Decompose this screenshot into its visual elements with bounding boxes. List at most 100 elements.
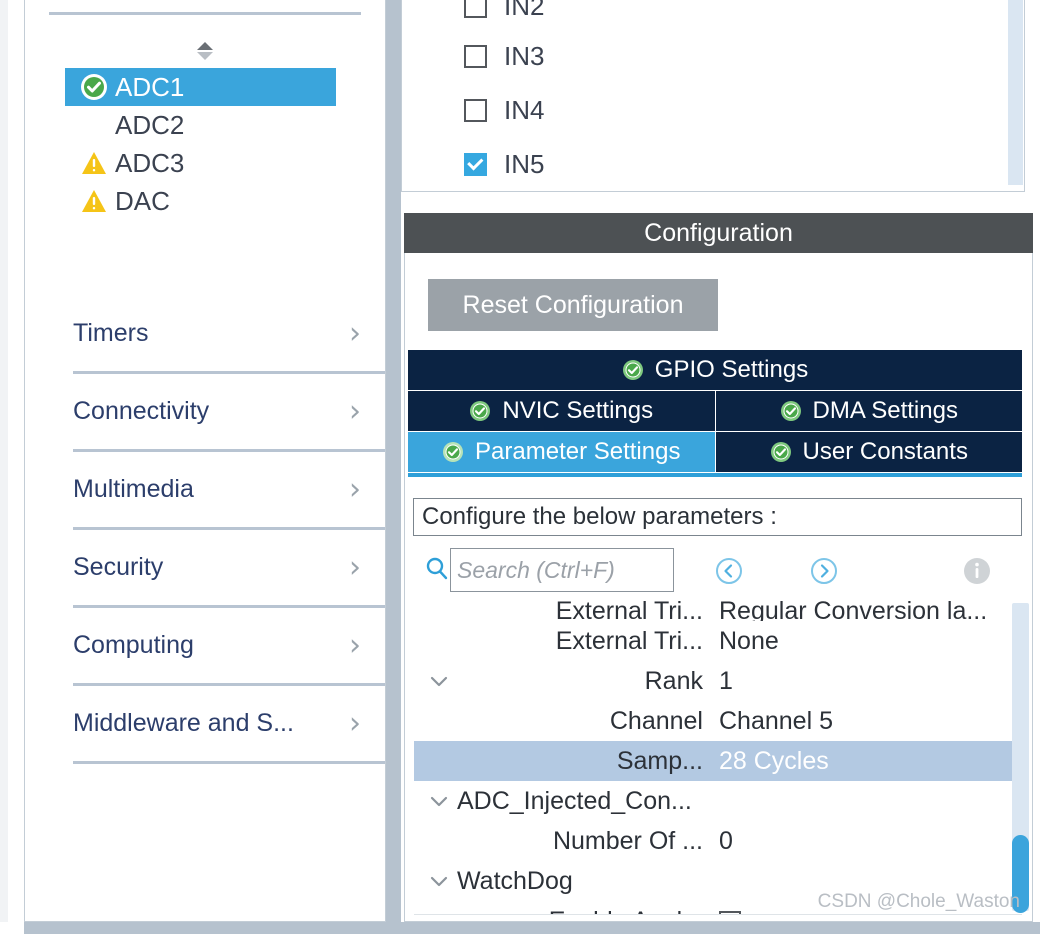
window-bottom-bar xyxy=(24,922,1040,934)
table-row[interactable]: External Tri... None xyxy=(414,621,1022,661)
chevron-right-icon: › xyxy=(349,549,361,585)
status-ok-icon xyxy=(81,74,115,100)
check-circle-icon xyxy=(770,442,791,462)
sidebar-item-connectivity[interactable]: Connectivity › xyxy=(73,374,385,452)
peripheral-tree: ADC1 ADC2 ADC3 DAC xyxy=(65,68,365,220)
configuration-header: Configuration xyxy=(404,213,1033,253)
checkbox-label: IN3 xyxy=(504,41,545,71)
parameter-group-label: ADC_Injected_Con... xyxy=(457,786,692,815)
tree-item-adc3[interactable]: ADC3 xyxy=(73,144,365,182)
table-row[interactable]: Rank 1 xyxy=(414,661,1022,701)
tree-scroll-handle[interactable] xyxy=(192,38,218,64)
configuration-section: Configuration Reset Configuration GPIO S… xyxy=(401,206,1033,922)
parameter-value: Regular Conversion la... xyxy=(719,600,988,622)
sidebar-item-multimedia[interactable]: Multimedia › xyxy=(73,452,385,530)
checkbox-row-in5[interactable]: IN5 xyxy=(464,149,544,180)
parameter-label: Enable Anal... xyxy=(414,907,707,915)
parameter-value: 28 Cycles xyxy=(719,746,829,775)
status-warning-icon xyxy=(81,151,115,175)
table-row-selected[interactable]: Samp... 28 Cycles xyxy=(414,741,1022,781)
tree-item-adc2[interactable]: ADC2 xyxy=(73,106,365,144)
table-row[interactable]: Number Of ... 0 xyxy=(414,821,1022,861)
checkbox-label: IN2 xyxy=(504,0,545,21)
tree-item-label: ADC2 xyxy=(115,109,185,140)
reset-configuration-button[interactable]: Reset Configuration xyxy=(428,279,718,331)
watermark-text: CSDN @Chole_Waston xyxy=(817,891,1020,912)
status-warning-icon xyxy=(81,189,115,213)
parameter-group-label: WatchDog xyxy=(457,866,573,895)
category-label: Multimedia xyxy=(73,475,194,503)
parameter-label: Number Of ... xyxy=(552,826,703,855)
sidebar-item-security[interactable]: Security › xyxy=(73,530,385,608)
check-circle-icon xyxy=(780,401,801,421)
search-previous-button[interactable] xyxy=(714,556,744,586)
tab-label: User Constants xyxy=(802,438,968,465)
left-edge-strip xyxy=(0,0,8,922)
checkbox-in2[interactable] xyxy=(464,0,487,18)
category-label: Connectivity xyxy=(73,397,210,425)
active-tab-underline xyxy=(408,473,1022,477)
checkbox-row-in2[interactable]: IN2 xyxy=(464,0,544,22)
configuration-body: Reset Configuration GPIO Settings NVIC S… xyxy=(404,253,1033,922)
chevron-down-icon[interactable] xyxy=(428,670,450,692)
check-circle-icon xyxy=(443,442,464,462)
parameter-label: External Tri... xyxy=(555,626,703,655)
table-row[interactable]: External Tri... Regular Conversion la... xyxy=(414,599,1022,622)
checkbox-in5[interactable] xyxy=(464,153,487,176)
panel-splitter[interactable] xyxy=(386,0,401,934)
search-next-button[interactable] xyxy=(809,556,839,586)
parameter-label: Rank xyxy=(644,666,703,695)
tab-gpio-settings[interactable]: GPIO Settings xyxy=(408,350,1022,390)
tab-nvic-settings[interactable]: NVIC Settings xyxy=(408,391,715,431)
tab-label: GPIO Settings xyxy=(654,356,809,383)
sidebar-item-timers[interactable]: Timers › xyxy=(73,296,385,374)
search-input[interactable] xyxy=(450,548,674,592)
chevron-down-icon[interactable] xyxy=(428,870,450,892)
chevron-right-icon: › xyxy=(349,627,361,663)
category-label: Security xyxy=(73,553,164,581)
sidebar-item-computing[interactable]: Computing › xyxy=(73,608,385,686)
tree-item-label: ADC1 xyxy=(115,71,185,102)
parameter-value: None xyxy=(719,626,779,655)
checkbox-row-in4[interactable]: IN4 xyxy=(464,95,544,126)
tab-parameter-settings[interactable]: Parameter Settings xyxy=(408,432,715,472)
component-tree-panel: ADC1 ADC2 ADC3 DAC Timers › Connectivity… xyxy=(24,0,386,922)
table-row[interactable]: Channel Channel 5 xyxy=(414,701,1022,741)
checkbox-row-in3[interactable]: IN3 xyxy=(464,41,544,72)
checkbox-in3[interactable] xyxy=(464,45,487,68)
scroll-down-arrow-icon xyxy=(197,52,213,60)
parameter-label: External Tri... xyxy=(555,600,703,622)
search-icon xyxy=(425,556,449,587)
input-panel-scrollbar[interactable] xyxy=(1008,0,1023,185)
sidebar-item-middleware[interactable]: Middleware and S... › xyxy=(73,686,385,764)
category-label: Middleware and S... xyxy=(73,709,294,737)
tree-item-label: DAC xyxy=(115,185,170,216)
chevron-down-icon[interactable] xyxy=(428,790,450,812)
checkbox-label: IN4 xyxy=(504,95,545,125)
tree-item-label: ADC3 xyxy=(115,147,185,178)
tab-label: DMA Settings xyxy=(812,397,958,424)
tab-user-constants[interactable]: User Constants xyxy=(715,432,1022,472)
checkbox-in4[interactable] xyxy=(464,99,487,122)
chevron-right-icon: › xyxy=(349,315,361,351)
checkbox-enable-analog-watchdog[interactable] xyxy=(719,910,741,914)
tree-item-dac[interactable]: DAC xyxy=(73,182,365,220)
tree-item-adc1[interactable]: ADC1 xyxy=(65,68,336,106)
parameter-search-row xyxy=(413,545,1022,597)
adc-input-channel-panel: IN2 IN3 IN4 IN5 xyxy=(401,0,1025,192)
right-column: IN2 IN3 IN4 IN5 Configuration Reset Conf… xyxy=(401,0,1040,922)
tab-dma-settings[interactable]: DMA Settings xyxy=(715,391,1022,431)
tab-label: NVIC Settings xyxy=(502,397,654,424)
category-label: Timers xyxy=(73,319,149,347)
table-row[interactable]: ADC_Injected_Con... xyxy=(414,781,1022,821)
parameter-label: Channel xyxy=(609,706,703,735)
configuration-tabs: GPIO Settings NVIC Settings DMA Settings… xyxy=(408,350,1022,477)
chevron-right-icon: › xyxy=(349,471,361,507)
application-window: ADC1 ADC2 ADC3 DAC Timers › Connectivity… xyxy=(0,0,1040,934)
category-label: Computing xyxy=(73,631,194,659)
info-icon[interactable] xyxy=(962,556,992,591)
chevron-right-icon: › xyxy=(349,705,361,741)
panel-top-divider xyxy=(49,12,361,15)
parameter-tree: External Tri... Regular Conversion la...… xyxy=(414,599,1022,915)
scroll-up-arrow-icon xyxy=(197,42,213,50)
